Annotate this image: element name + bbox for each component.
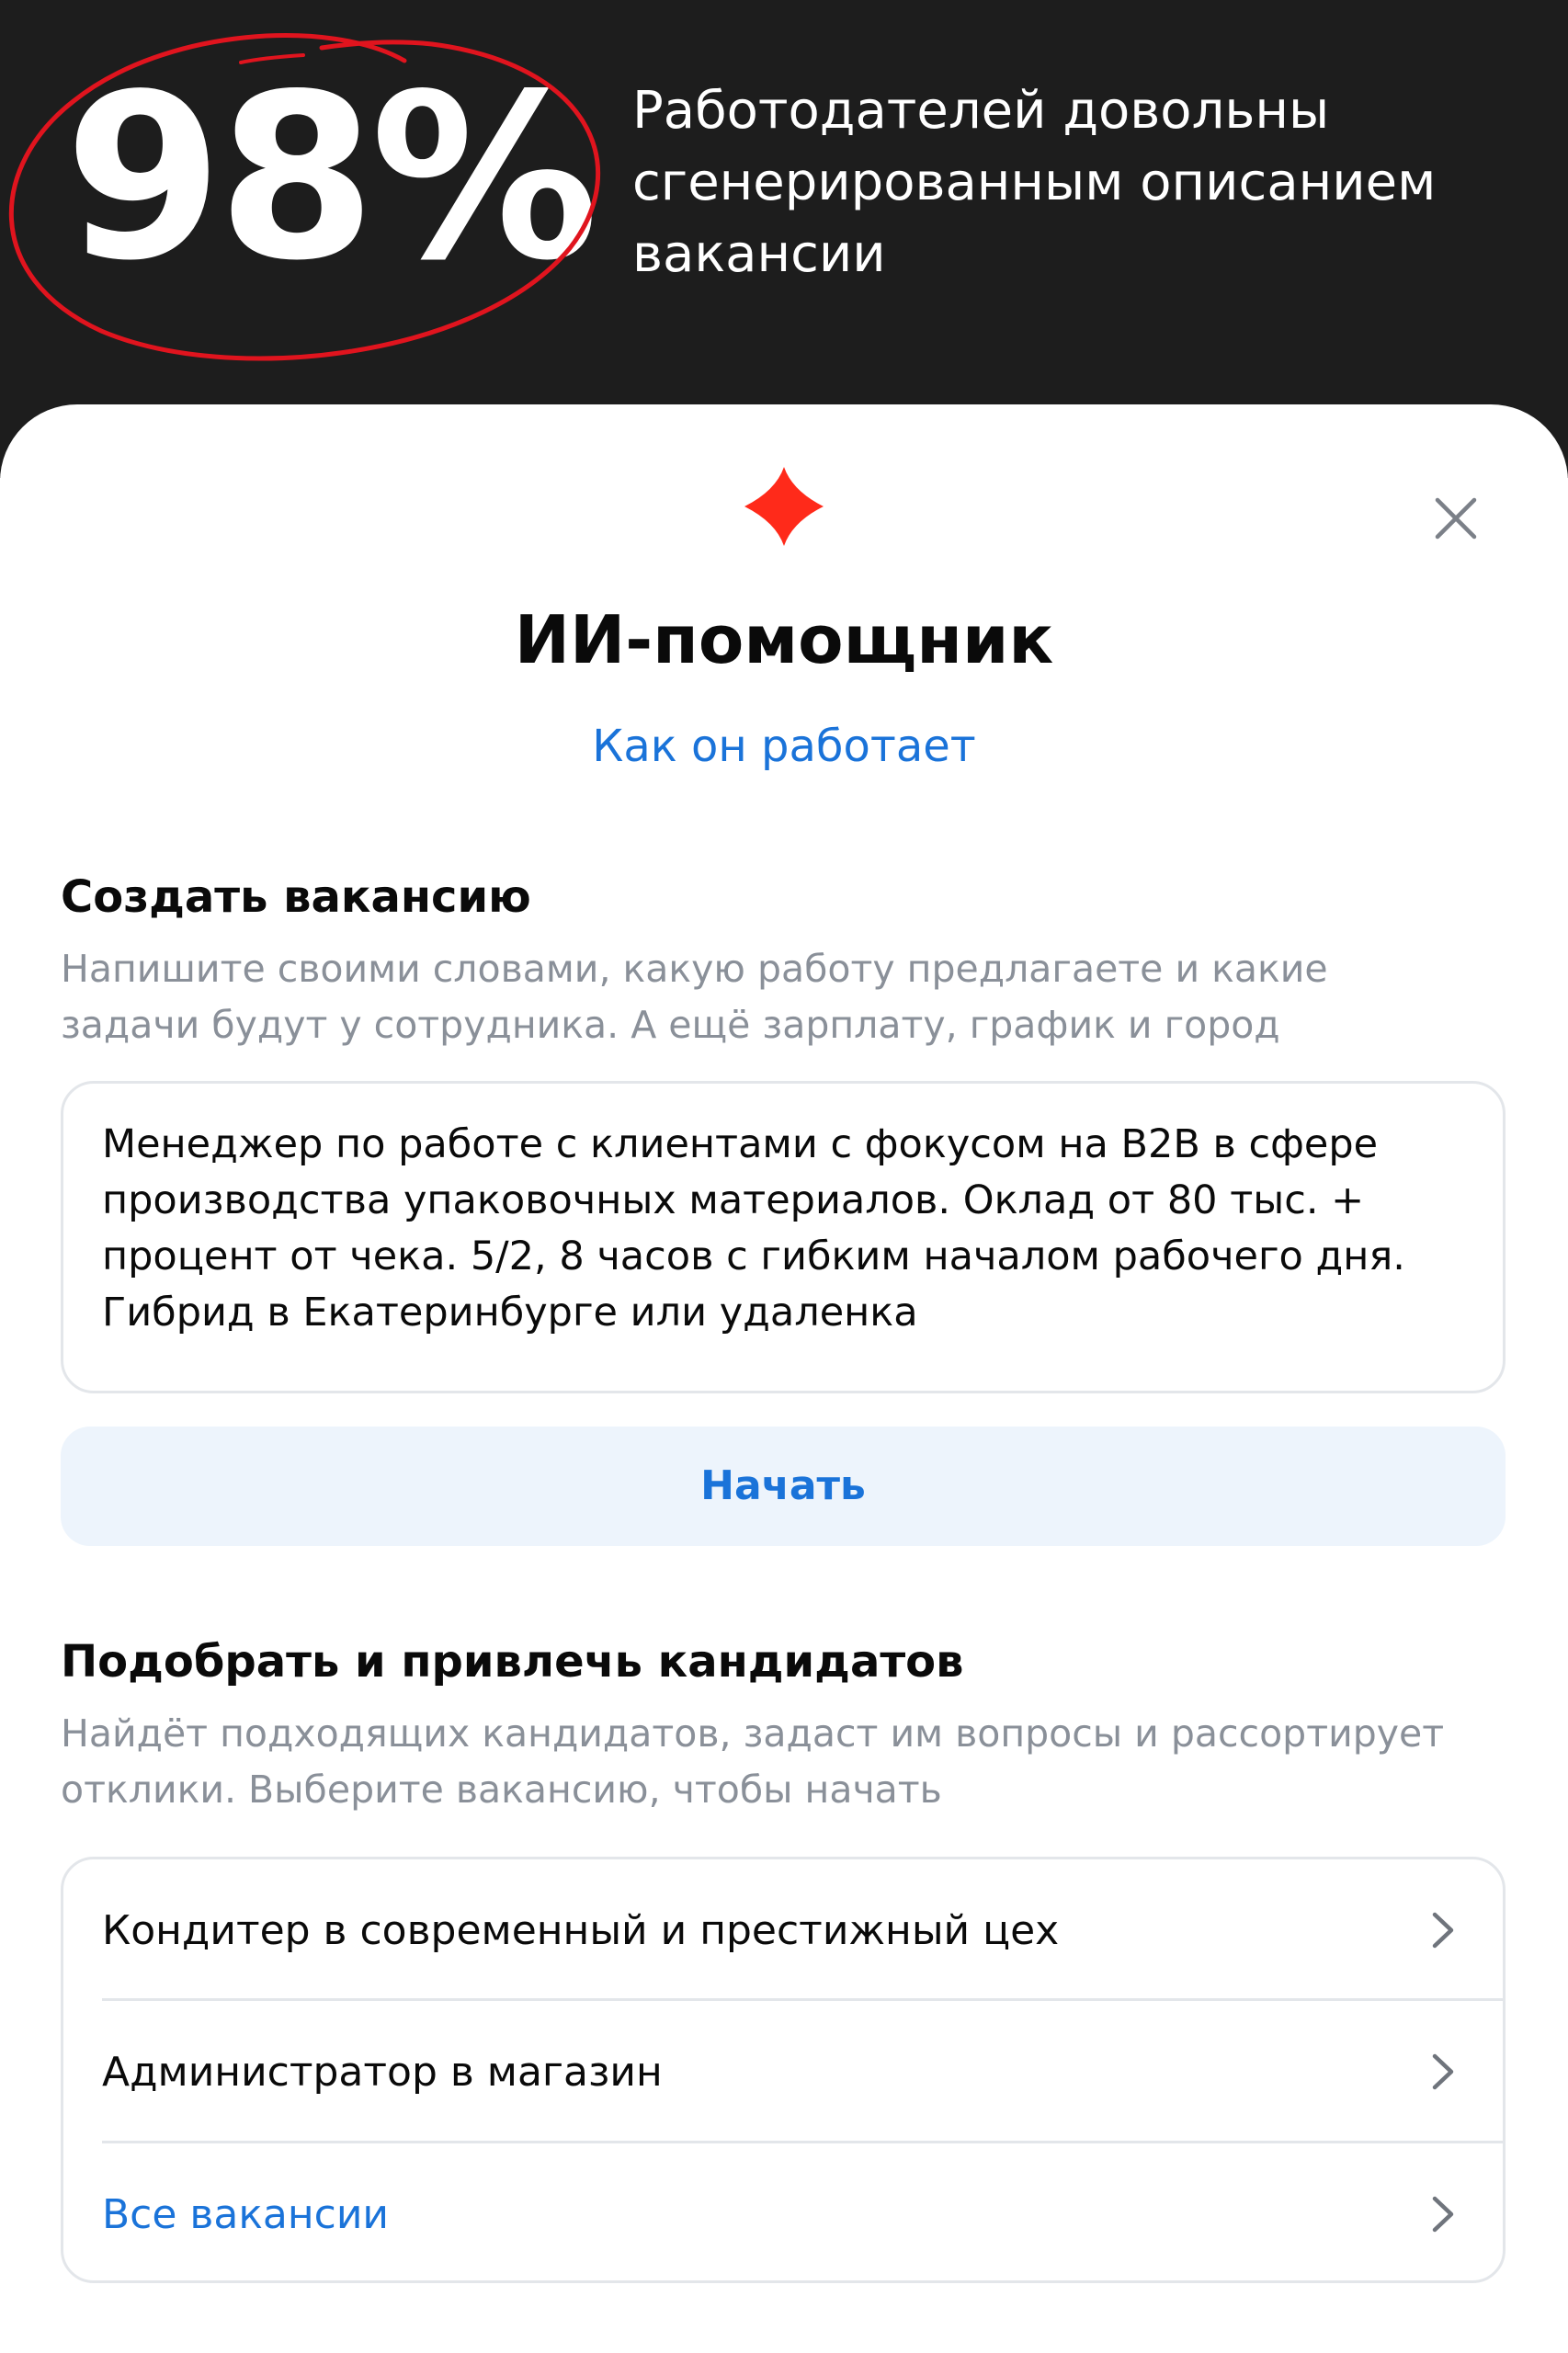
create-vacancy-title: Создать вакансию bbox=[61, 871, 531, 923]
all-vacancies-label: Все вакансии bbox=[102, 2191, 390, 2238]
description-line: отклики. Выберите вакансию, чтобы начать bbox=[61, 1768, 942, 1812]
banner-caption-line: сгенерированным описанием bbox=[632, 153, 1437, 212]
vacancy-description-input[interactable]: Менеджер по работе с клиентами с фокусом… bbox=[61, 1081, 1506, 1393]
vacancy-list: Кондитер в современный и престижный цех … bbox=[61, 1857, 1506, 2283]
input-line: производства упаковочных материалов. Окл… bbox=[102, 1177, 1365, 1223]
banner-caption-line: вакансии bbox=[632, 224, 886, 284]
input-line: Менеджер по работе с клиентами с фокусом… bbox=[102, 1121, 1379, 1167]
description-line: Найдёт подходящих кандидатов, задаст им … bbox=[61, 1711, 1445, 1756]
vacancy-item-administrator[interactable]: Администратор в магазин bbox=[63, 2001, 1503, 2143]
all-vacancies-item[interactable]: Все вакансии bbox=[63, 2143, 1503, 2280]
dialog-title: ИИ-помощник bbox=[514, 601, 1054, 678]
chevron-right-icon bbox=[1432, 2053, 1454, 2090]
red-diamond-icon bbox=[744, 467, 824, 546]
description-line: Напишите своими словами, какую работу пр… bbox=[61, 947, 1328, 991]
vacancy-item-label: Администратор в магазин bbox=[102, 2049, 663, 2096]
vacancy-item-label: Кондитер в современный и престижный цех bbox=[102, 1907, 1060, 1954]
start-button[interactable]: Начать bbox=[61, 1427, 1506, 1546]
input-line: процент от чека. 5/2, 8 часов с гибким н… bbox=[102, 1233, 1405, 1279]
create-vacancy-description: Напишите своими словами, какую работу пр… bbox=[61, 941, 1513, 1053]
chevron-right-icon bbox=[1432, 1912, 1454, 1949]
vacancy-item-confectioner[interactable]: Кондитер в современный и престижный цех bbox=[63, 1859, 1503, 2001]
input-line: Гибрид в Екатеринбурге или удаленка bbox=[102, 1290, 918, 1336]
banner-caption: Работодателей довольны сгенерированным о… bbox=[632, 75, 1533, 290]
vacancy-description-value: Менеджер по работе с клиентами с фокусом… bbox=[102, 1117, 1471, 1341]
close-icon bbox=[1435, 497, 1477, 540]
chevron-right-icon bbox=[1432, 2196, 1454, 2233]
close-button[interactable] bbox=[1426, 489, 1485, 548]
description-line: задачи будут у сотрудника. А ещё зарплат… bbox=[61, 1003, 1280, 1047]
candidates-title: Подобрать и привлечь кандидатов bbox=[61, 1636, 964, 1688]
red-circle-mark bbox=[9, 33, 601, 361]
banner-caption-line: Работодателей довольны bbox=[632, 81, 1330, 141]
candidates-description: Найдёт подходящих кандидатов, задаст им … bbox=[61, 1706, 1513, 1818]
how-it-works-link[interactable]: Как он работает bbox=[0, 717, 1568, 776]
